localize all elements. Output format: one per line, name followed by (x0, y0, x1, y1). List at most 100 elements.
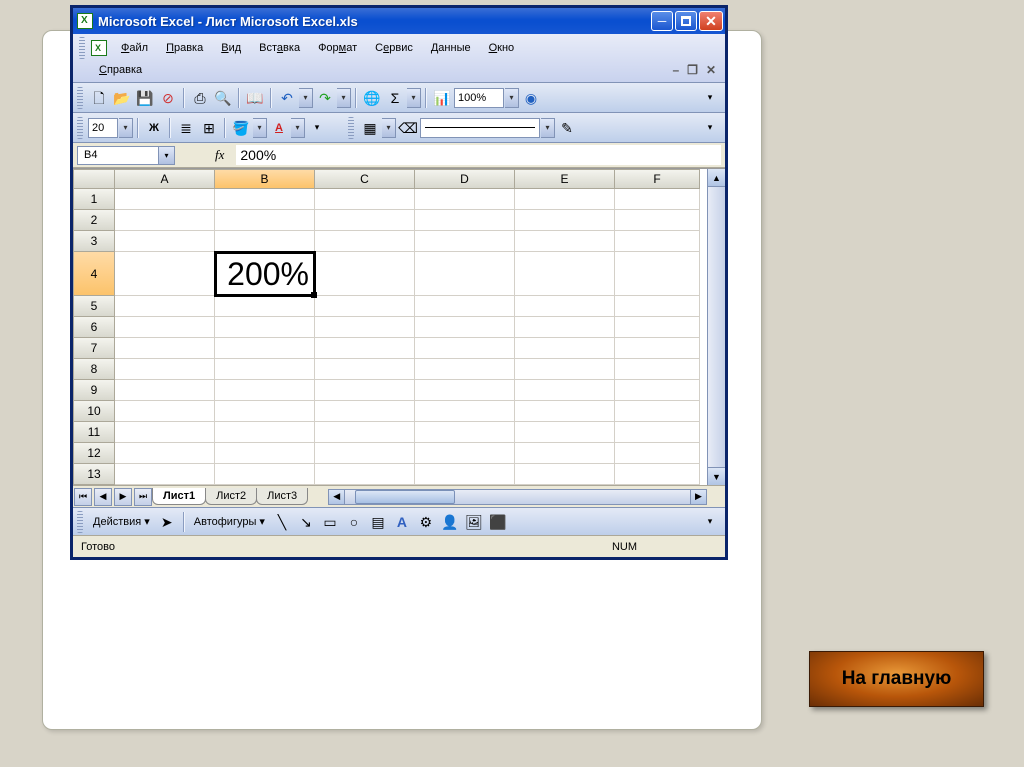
row-header[interactable]: 5 (73, 296, 115, 317)
cell[interactable] (615, 338, 700, 359)
cell[interactable] (115, 464, 215, 485)
scroll-thumb[interactable] (355, 490, 455, 504)
cell[interactable] (115, 443, 215, 464)
formula-input[interactable]: 200% (236, 145, 721, 165)
cell[interactable] (415, 296, 515, 317)
cell[interactable] (415, 380, 515, 401)
cell[interactable] (515, 231, 615, 252)
cell[interactable] (315, 252, 415, 296)
row-header[interactable]: 11 (73, 422, 115, 443)
cell[interactable] (515, 401, 615, 422)
cell[interactable] (415, 464, 515, 485)
menu-view[interactable]: Вид (213, 39, 249, 57)
cell[interactable] (415, 231, 515, 252)
redo-dropdown[interactable]: ▾ (337, 88, 351, 108)
borders-icon[interactable]: ▦ (359, 117, 381, 139)
erase-icon[interactable]: ⌫ (397, 117, 419, 139)
autoshapes-menu[interactable]: Автофигуры ▾ (190, 513, 269, 530)
cell[interactable] (515, 252, 615, 296)
wordart-icon[interactable]: A (391, 511, 413, 533)
row-header[interactable]: 10 (73, 401, 115, 422)
textbox-icon[interactable]: ▤ (367, 511, 389, 533)
vertical-scrollbar[interactable]: ▲ ▼ (707, 169, 725, 485)
column-header[interactable]: E (515, 169, 615, 189)
autosum-dropdown[interactable]: ▾ (407, 88, 421, 108)
actions-menu[interactable]: Действия ▾ (89, 513, 154, 530)
row-header[interactable]: 12 (73, 443, 115, 464)
oval-icon[interactable]: ○ (343, 511, 365, 533)
line-style-dropdown[interactable]: ▾ (541, 118, 555, 138)
cell[interactable] (115, 359, 215, 380)
research-icon[interactable]: 📖 (244, 87, 266, 109)
cell[interactable] (215, 401, 315, 422)
select-all-corner[interactable] (73, 169, 115, 189)
sheet-tab[interactable]: Лист2 (205, 488, 257, 505)
column-header[interactable]: B (215, 169, 315, 189)
doc-close[interactable]: ✕ (703, 63, 719, 77)
undo-icon[interactable]: ↶ (276, 87, 298, 109)
horizontal-scrollbar[interactable]: ◀ ▶ (328, 489, 707, 505)
toolbar-grip[interactable] (77, 511, 83, 533)
menu-help[interactable]: Справка (91, 61, 150, 79)
cell[interactable] (415, 401, 515, 422)
cell[interactable] (215, 443, 315, 464)
toolbar-grip[interactable] (77, 87, 83, 109)
scroll-left-icon[interactable]: ◀ (329, 490, 345, 504)
cell[interactable] (215, 210, 315, 231)
cell[interactable] (315, 231, 415, 252)
save-icon[interactable]: 💾 (134, 87, 156, 109)
toolbar-grip[interactable] (77, 117, 83, 139)
scroll-down-icon[interactable]: ▼ (708, 467, 725, 485)
cell[interactable] (115, 380, 215, 401)
tab-nav-next[interactable]: ▶ (114, 488, 132, 506)
cell[interactable] (115, 338, 215, 359)
tab-nav-last[interactable]: ⏭ (134, 488, 152, 506)
borders-dropdown[interactable]: ▾ (382, 118, 396, 138)
picture-icon[interactable]: 🖼 (463, 511, 485, 533)
cell[interactable] (315, 338, 415, 359)
document-icon[interactable] (91, 40, 107, 56)
row-header[interactable]: 8 (73, 359, 115, 380)
cell[interactable] (215, 317, 315, 338)
column-header[interactable]: D (415, 169, 515, 189)
cell[interactable] (615, 189, 700, 210)
cell[interactable] (115, 210, 215, 231)
chart-icon[interactable]: 📊 (431, 87, 453, 109)
bold-icon[interactable]: Ж (143, 117, 165, 139)
autosum-icon[interactable]: Σ (384, 87, 406, 109)
cell[interactable] (615, 252, 700, 296)
column-header[interactable]: C (315, 169, 415, 189)
cell[interactable] (515, 189, 615, 210)
line-icon[interactable]: ╲ (271, 511, 293, 533)
menu-insert[interactable]: Вставка (251, 39, 308, 57)
sheet-tab[interactable]: Лист1 (152, 488, 206, 505)
cell[interactable] (115, 401, 215, 422)
cell[interactable] (215, 189, 315, 210)
cell[interactable] (615, 443, 700, 464)
cell[interactable] (315, 317, 415, 338)
row-header[interactable]: 13 (73, 464, 115, 485)
arrow-icon[interactable]: ↘ (295, 511, 317, 533)
fontsize-input[interactable]: 20 (88, 118, 118, 138)
cell[interactable] (215, 464, 315, 485)
cell[interactable] (215, 359, 315, 380)
print-preview-icon[interactable]: 🔍 (212, 87, 234, 109)
column-header[interactable]: A (115, 169, 215, 189)
row-header[interactable]: 4 (73, 252, 115, 296)
doc-restore[interactable]: ❐ (684, 63, 701, 77)
cell[interactable] (115, 296, 215, 317)
maximize-button[interactable] (675, 11, 697, 31)
cell[interactable] (515, 296, 615, 317)
cell[interactable] (615, 380, 700, 401)
row-header[interactable]: 6 (73, 317, 115, 338)
cell[interactable] (615, 401, 700, 422)
cell[interactable] (415, 210, 515, 231)
row-header[interactable]: 7 (73, 338, 115, 359)
tab-nav-first[interactable]: ⏮ (74, 488, 92, 506)
help-icon[interactable]: ◉ (520, 87, 542, 109)
sheet-tab[interactable]: Лист3 (256, 488, 308, 505)
print-icon[interactable]: ⎙ (189, 87, 211, 109)
row-header[interactable]: 1 (73, 189, 115, 210)
cell[interactable] (415, 252, 515, 296)
cell[interactable] (215, 231, 315, 252)
